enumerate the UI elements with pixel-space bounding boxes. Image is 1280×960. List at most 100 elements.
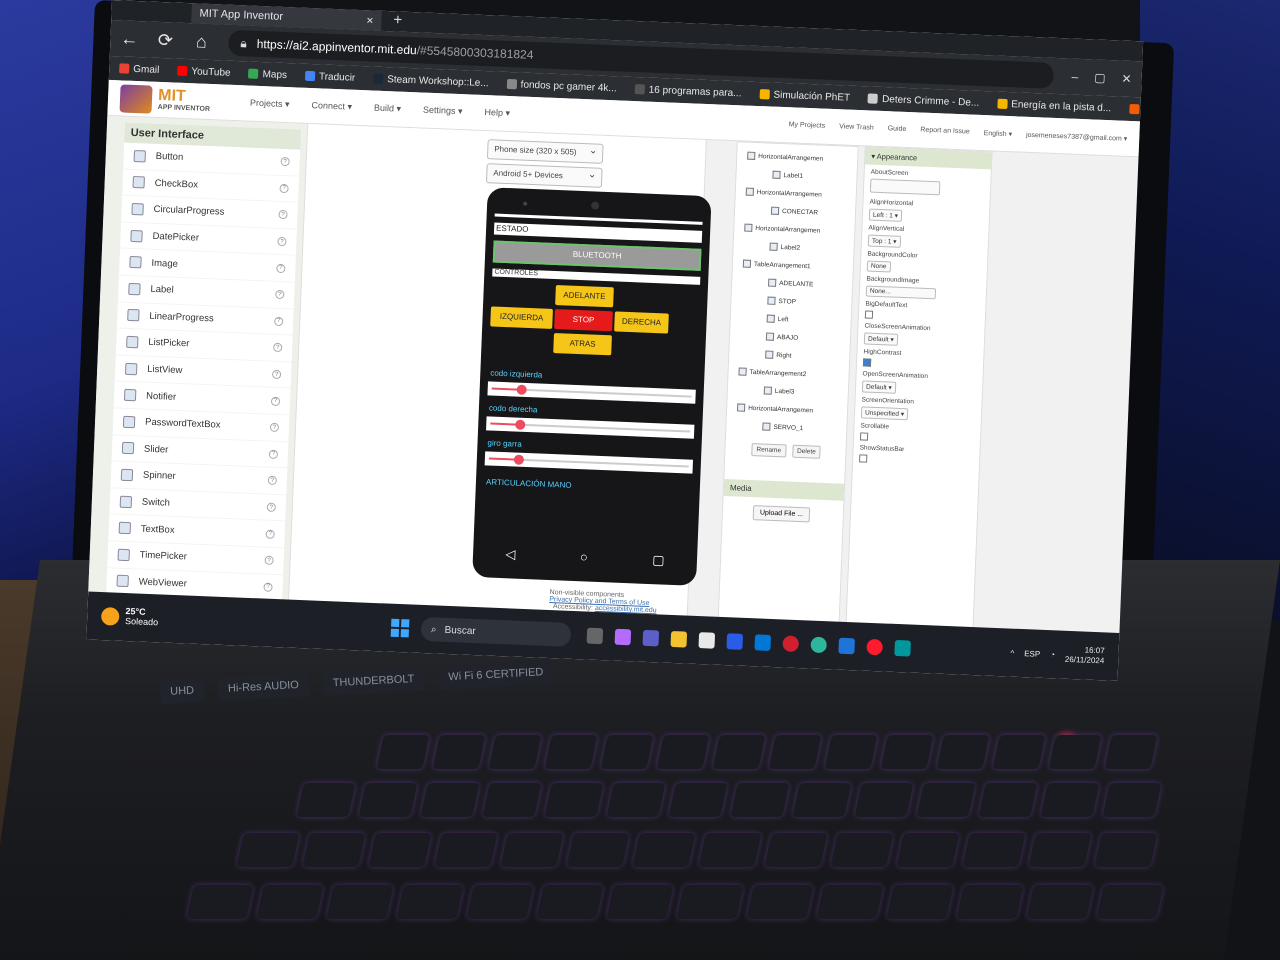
bg-color-select[interactable]: None (866, 260, 891, 273)
help-icon[interactable]: ? (279, 183, 289, 194)
align-h-select[interactable]: Left : 1 ▾ (868, 208, 903, 222)
help-icon[interactable]: ? (270, 396, 281, 406)
device-select[interactable]: Android 5+ Devices (485, 163, 603, 188)
minimize-icon[interactable]: – (1071, 70, 1078, 84)
help-icon[interactable]: ? (267, 476, 278, 486)
link-my-projects[interactable]: My Projects (789, 121, 826, 130)
bookmark-item[interactable]: Energía en la pista d... (997, 98, 1111, 114)
weather-widget[interactable]: 25°C Soleado (100, 606, 392, 637)
giro-garra-slider[interactable] (484, 451, 694, 474)
tab-close-icon[interactable]: × (366, 13, 374, 27)
stop-button[interactable]: STOP (554, 309, 613, 332)
bookmark-item[interactable]: fondos pc gamer 4k... (506, 78, 617, 94)
help-icon[interactable]: ? (278, 210, 288, 220)
derecha-button[interactable]: DERECHA (614, 311, 669, 334)
help-icon[interactable]: ? (280, 157, 290, 167)
maximize-icon[interactable]: ▢ (1094, 70, 1106, 84)
back-nav-icon[interactable]: ◁ (505, 546, 516, 562)
back-icon[interactable]: ← (120, 28, 139, 50)
bookmark-item[interactable]: Traducir (304, 70, 355, 83)
link-view-trash[interactable]: View Trash (839, 123, 874, 132)
arduino-icon[interactable] (894, 639, 911, 657)
home-icon[interactable]: ⌂ (192, 31, 211, 53)
help-icon[interactable]: ? (264, 555, 274, 566)
language-indicator[interactable]: ESP (1024, 649, 1040, 659)
status-bar-checkbox[interactable] (859, 454, 868, 463)
help-icon[interactable]: ? (272, 343, 283, 353)
bookmark-item[interactable]: Wolfram|Alpha Wid... (1128, 103, 1141, 118)
open-anim-select[interactable]: Default ▾ (861, 380, 896, 394)
recent-nav-icon[interactable]: ▢ (652, 552, 665, 568)
orientation-select[interactable]: Unspecified ▾ (860, 406, 909, 421)
bookmark-item[interactable]: YouTube (177, 65, 231, 78)
wifi-icon[interactable]: ◔ (1050, 650, 1055, 659)
izquierda-button[interactable]: IZQUIERDA (490, 306, 553, 329)
link-guide[interactable]: Guide (887, 125, 907, 134)
about-screen-input[interactable] (869, 178, 941, 196)
keyboard-key (500, 833, 564, 867)
slider-thumb[interactable] (515, 419, 526, 430)
bookmark-item[interactable]: 16 programas para... (634, 84, 742, 99)
help-icon[interactable]: ? (274, 316, 284, 326)
help-icon[interactable]: ? (275, 290, 285, 300)
teams-icon[interactable] (642, 629, 660, 647)
align-v-select[interactable]: Top : 1 ▾ (867, 234, 901, 248)
chevron-up-icon[interactable]: ^ (1010, 648, 1014, 657)
opera-icon[interactable] (866, 638, 883, 656)
asus-icon[interactable] (726, 633, 744, 650)
outlook-icon[interactable] (754, 634, 772, 651)
menu-help[interactable]: Help ▾ (484, 107, 510, 119)
help-icon[interactable]: ? (277, 236, 287, 247)
reload-icon[interactable]: ⟳ (156, 29, 175, 51)
menu-projects[interactable]: Projects ▾ (250, 98, 290, 111)
link-report-issue[interactable]: Report an Issue (920, 126, 970, 136)
file-explorer-icon[interactable] (670, 630, 688, 648)
component-tree-item[interactable]: SERVO_1 (726, 416, 847, 439)
copilot-icon[interactable] (614, 628, 632, 646)
opera-gx-icon[interactable] (782, 635, 800, 653)
adelante-button[interactable]: ADELANTE (555, 285, 614, 308)
account-menu[interactable]: josemeneses7387@gmail.com ▾ (1026, 130, 1128, 142)
keyboard-key (302, 833, 366, 867)
slider-thumb[interactable] (516, 384, 527, 395)
slider-thumb[interactable] (513, 454, 525, 465)
menu-connect[interactable]: Connect ▾ (311, 100, 352, 113)
edge-icon[interactable] (810, 636, 828, 654)
new-tab-icon[interactable]: + (393, 11, 402, 28)
bookmark-item[interactable]: Simulación PhET (759, 89, 850, 103)
bluetooth-button[interactable]: BLUETOOTH (492, 240, 702, 271)
clock[interactable]: 16:07 26/11/2024 (1065, 645, 1105, 666)
help-icon[interactable]: ? (276, 263, 286, 273)
estado-label[interactable]: ESTADO (493, 222, 703, 243)
store-icon[interactable] (698, 632, 716, 649)
menu-build[interactable]: Build ▾ (374, 103, 401, 115)
close-anim-select[interactable]: Default ▾ (863, 332, 898, 346)
atras-button[interactable]: ATRAS (553, 333, 612, 356)
help-icon[interactable]: ? (263, 582, 273, 592)
codo-izquierda-slider[interactable] (487, 381, 696, 404)
upload-file-button[interactable]: Upload File ... (752, 505, 811, 523)
app-icon[interactable] (838, 637, 855, 655)
help-icon[interactable]: ? (265, 529, 275, 539)
help-icon[interactable]: ? (269, 422, 280, 433)
delete-button[interactable]: Delete (791, 444, 822, 459)
bookmark-item[interactable]: Steam Workshop::Le... (373, 73, 489, 89)
windows-start-icon[interactable] (390, 618, 410, 638)
help-icon[interactable]: ? (268, 449, 279, 459)
phone-size-select[interactable]: Phone size (320 x 505) (486, 139, 604, 164)
task-view-icon[interactable] (586, 627, 604, 645)
bookmark-item[interactable]: Gmail (119, 63, 160, 75)
bookmark-item[interactable]: Deters Crimme - De... (867, 93, 979, 108)
controles-label[interactable]: CONTROLES (492, 268, 701, 285)
taskbar-search[interactable]: ⌕ Buscar (420, 616, 572, 647)
codo-derecha-slider[interactable] (486, 416, 695, 439)
language-select[interactable]: English ▾ (984, 129, 1013, 138)
mit-logo[interactable]: MIT APP INVENTOR (119, 83, 241, 117)
home-nav-icon[interactable]: ○ (580, 549, 588, 565)
help-icon[interactable]: ? (271, 369, 282, 380)
menu-settings[interactable]: Settings ▾ (423, 105, 463, 118)
help-icon[interactable]: ? (266, 502, 276, 512)
rename-button[interactable]: Rename (751, 443, 787, 458)
close-window-icon[interactable]: ✕ (1121, 72, 1132, 86)
bookmark-item[interactable]: Maps (248, 68, 287, 81)
